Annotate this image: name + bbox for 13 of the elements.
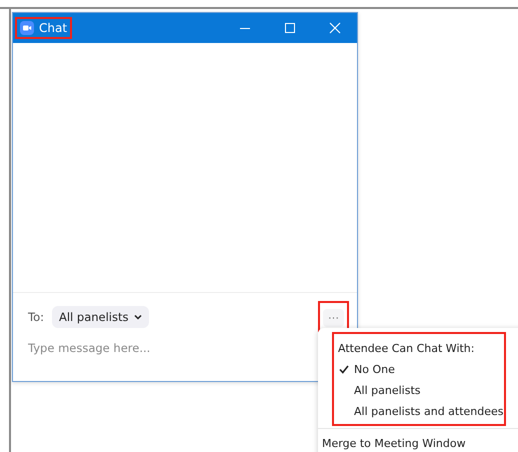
menu-item[interactable]: No One: [334, 359, 504, 380]
window-title: Chat: [39, 21, 68, 35]
menu-item[interactable]: All panelists and attendees: [334, 401, 504, 422]
to-label: To:: [28, 310, 44, 324]
menu-item[interactable]: Merge to Meeting Window: [318, 429, 518, 452]
close-icon[interactable]: [329, 22, 341, 34]
recipient-dropdown[interactable]: All panelists: [52, 306, 148, 328]
chevron-down-icon: [134, 314, 142, 320]
video-camera-icon: [20, 21, 34, 35]
menu-item[interactable]: All panelists: [334, 380, 504, 401]
more-button[interactable]: ···: [323, 309, 344, 327]
menu-section-title: Attendee Can Chat With:: [337, 341, 476, 357]
maximize-icon[interactable]: [284, 22, 296, 34]
